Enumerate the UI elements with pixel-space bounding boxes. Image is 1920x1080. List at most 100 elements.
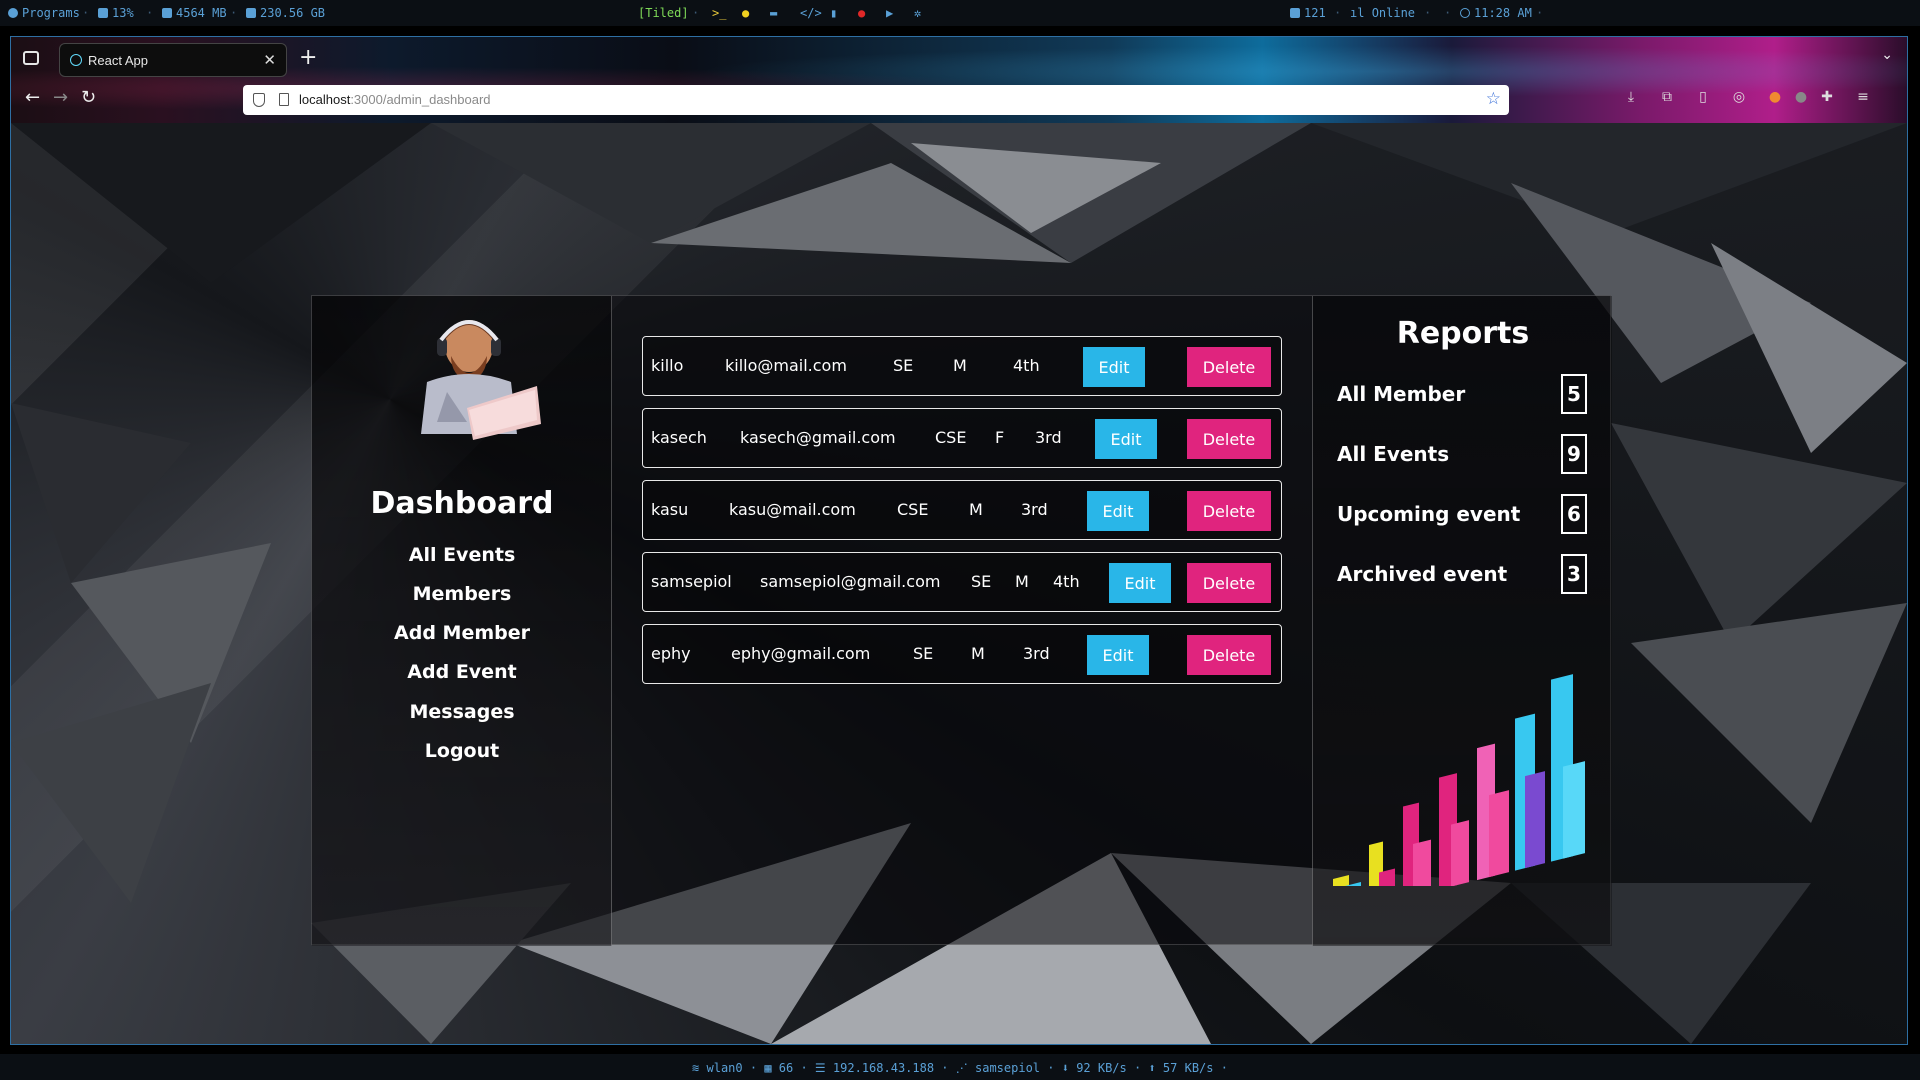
terminal-icon[interactable]: >_ — [712, 6, 726, 20]
settings-icon[interactable]: ✲ — [914, 6, 921, 20]
member-year: 4th — [1013, 356, 1040, 375]
page-icon[interactable] — [279, 93, 289, 106]
wifi-icon: ≋ — [692, 1061, 700, 1075]
notes-icon[interactable]: ▮ — [830, 6, 837, 20]
bar-chart-illustration — [1333, 674, 1585, 886]
nav-add-event[interactable]: Add Event — [312, 661, 612, 683]
report-count: 9 — [1561, 434, 1587, 474]
member-year: 3rd — [1035, 428, 1062, 447]
cpu-indicator: 13% — [98, 6, 134, 20]
member-dept: SE — [971, 572, 992, 591]
browser-toolbar: React App ✕ + ⌄ ← → ↻ localhost:3000/adm… — [11, 37, 1907, 123]
member-row: kasu kasu@mail.com CSE M 3rd Edit Delete — [642, 480, 1282, 540]
member-name: killo — [651, 356, 684, 375]
member-year: 4th — [1053, 572, 1080, 591]
memory-indicator: 4564 MB — [162, 6, 227, 20]
moon-icon[interactable]: ● — [742, 6, 749, 20]
back-button[interactable]: ← — [25, 87, 40, 108]
sidebar-icon[interactable]: ▯ — [1695, 89, 1711, 105]
delete-button[interactable]: Delete — [1187, 635, 1271, 675]
shield-icon[interactable] — [253, 93, 265, 107]
addon-icon[interactable]: ● — [1793, 89, 1809, 105]
layout-mode[interactable]: [Tiled] — [638, 6, 689, 20]
disk-icon — [246, 8, 256, 18]
report-count: 5 — [1561, 374, 1587, 414]
member-email: samsepiol@gmail.com — [760, 572, 941, 591]
member-name: samsepiol — [651, 572, 732, 591]
ip-address: 192.168.43.188 — [832, 1061, 935, 1075]
member-dept: CSE — [935, 428, 967, 447]
ip-icon: ☰ — [814, 1061, 826, 1075]
delete-button[interactable]: Delete — [1187, 491, 1271, 531]
member-row: ephy ephy@gmail.com SE M 3rd Edit Delete — [642, 624, 1282, 684]
hostname: samsepiol — [975, 1061, 1041, 1075]
member-email: killo@mail.com — [725, 356, 847, 375]
report-label: Archived event — [1337, 562, 1508, 586]
report-label: All Events — [1337, 442, 1450, 466]
member-email: ephy@gmail.com — [731, 644, 871, 663]
member-gender: M — [971, 644, 985, 663]
wlan-interface: wlan0 — [706, 1061, 743, 1075]
signal-icon: ıl — [1350, 6, 1372, 20]
delete-button[interactable]: Delete — [1187, 347, 1271, 387]
disk-indicator: 230.56 GB — [246, 6, 325, 20]
memory-icon — [162, 8, 172, 18]
signal-strength: 66 — [778, 1061, 794, 1075]
download-icon[interactable]: ⤓ — [1623, 89, 1639, 105]
delete-button[interactable]: Delete — [1187, 419, 1271, 459]
clock: 11:28 AM — [1460, 6, 1532, 20]
url-text[interactable]: localhost:3000/admin_dashboard — [299, 92, 491, 107]
tab-overview-icon[interactable] — [23, 51, 39, 65]
reload-button[interactable]: ↻ — [81, 87, 96, 108]
programs-menu[interactable]: Programs — [8, 6, 80, 20]
bookmark-star-icon[interactable]: ☆ — [1486, 89, 1501, 109]
clock-icon — [1460, 8, 1470, 18]
member-email: kasech@gmail.com — [740, 428, 896, 447]
download-speed: 92 KB/s — [1076, 1061, 1127, 1075]
signal-icon: ▦ — [764, 1061, 772, 1075]
video-icon[interactable]: ▶ — [886, 6, 893, 20]
sidebar-title: Dashboard — [370, 486, 554, 521]
edit-button[interactable]: Edit — [1083, 347, 1145, 387]
member-row: killo killo@mail.com SE M 4th Edit Delet… — [642, 336, 1282, 396]
edit-button[interactable]: Edit — [1087, 635, 1149, 675]
chat-icon[interactable]: ● — [858, 6, 865, 20]
close-tab-icon[interactable]: ✕ — [263, 51, 276, 69]
nav-messages[interactable]: Messages — [312, 701, 612, 723]
extensions-icon[interactable]: ⧉ — [1659, 89, 1675, 105]
nav-logout[interactable]: Logout — [312, 740, 612, 762]
account-icon[interactable]: ◎ — [1731, 89, 1747, 105]
member-dept: SE — [893, 356, 914, 375]
member-email: kasu@mail.com — [729, 500, 856, 519]
new-tab-button[interactable]: + — [299, 45, 317, 70]
pin-icon[interactable]: ✚ — [1819, 89, 1835, 105]
browser-window: React App ✕ + ⌄ ← → ↻ localhost:3000/adm… — [10, 36, 1908, 1045]
fox-icon[interactable]: ● — [1767, 89, 1783, 105]
edit-button[interactable]: Edit — [1095, 419, 1157, 459]
member-name: ephy — [651, 644, 691, 663]
edit-button[interactable]: Edit — [1109, 563, 1171, 603]
tab-react-app[interactable]: React App ✕ — [59, 43, 287, 77]
cpu-icon — [98, 8, 108, 18]
nav-add-member[interactable]: Add Member — [312, 622, 612, 644]
nav-members[interactable]: Members — [312, 583, 612, 605]
reports-title: Reports — [1396, 316, 1530, 351]
member-gender: M — [1015, 572, 1029, 591]
member-year: 3rd — [1021, 500, 1048, 519]
member-gender: M — [953, 356, 967, 375]
member-gender: F — [995, 428, 1005, 447]
system-top-bar: Programs · 13% · 4564 MB · 230.56 GB [Ti… — [0, 0, 1920, 26]
member-row: samsepiol samsepiol@gmail.com SE M 4th E… — [642, 552, 1282, 612]
nav-all-events[interactable]: All Events — [312, 544, 612, 566]
chevron-down-icon[interactable]: ⌄ — [1881, 47, 1893, 63]
report-upcoming-event: Upcoming event 6 — [1337, 494, 1587, 534]
address-bar[interactable]: localhost:3000/admin_dashboard ☆ — [243, 85, 1509, 115]
avatar — [421, 320, 541, 440]
delete-button[interactable]: Delete — [1187, 563, 1271, 603]
edit-button[interactable]: Edit — [1087, 491, 1149, 531]
folder-icon[interactable]: ▬ — [770, 6, 777, 20]
forward-button[interactable]: → — [53, 87, 68, 108]
menu-icon[interactable]: ≡ — [1855, 89, 1871, 105]
code-icon[interactable]: </> — [800, 6, 822, 20]
react-icon — [70, 54, 82, 66]
